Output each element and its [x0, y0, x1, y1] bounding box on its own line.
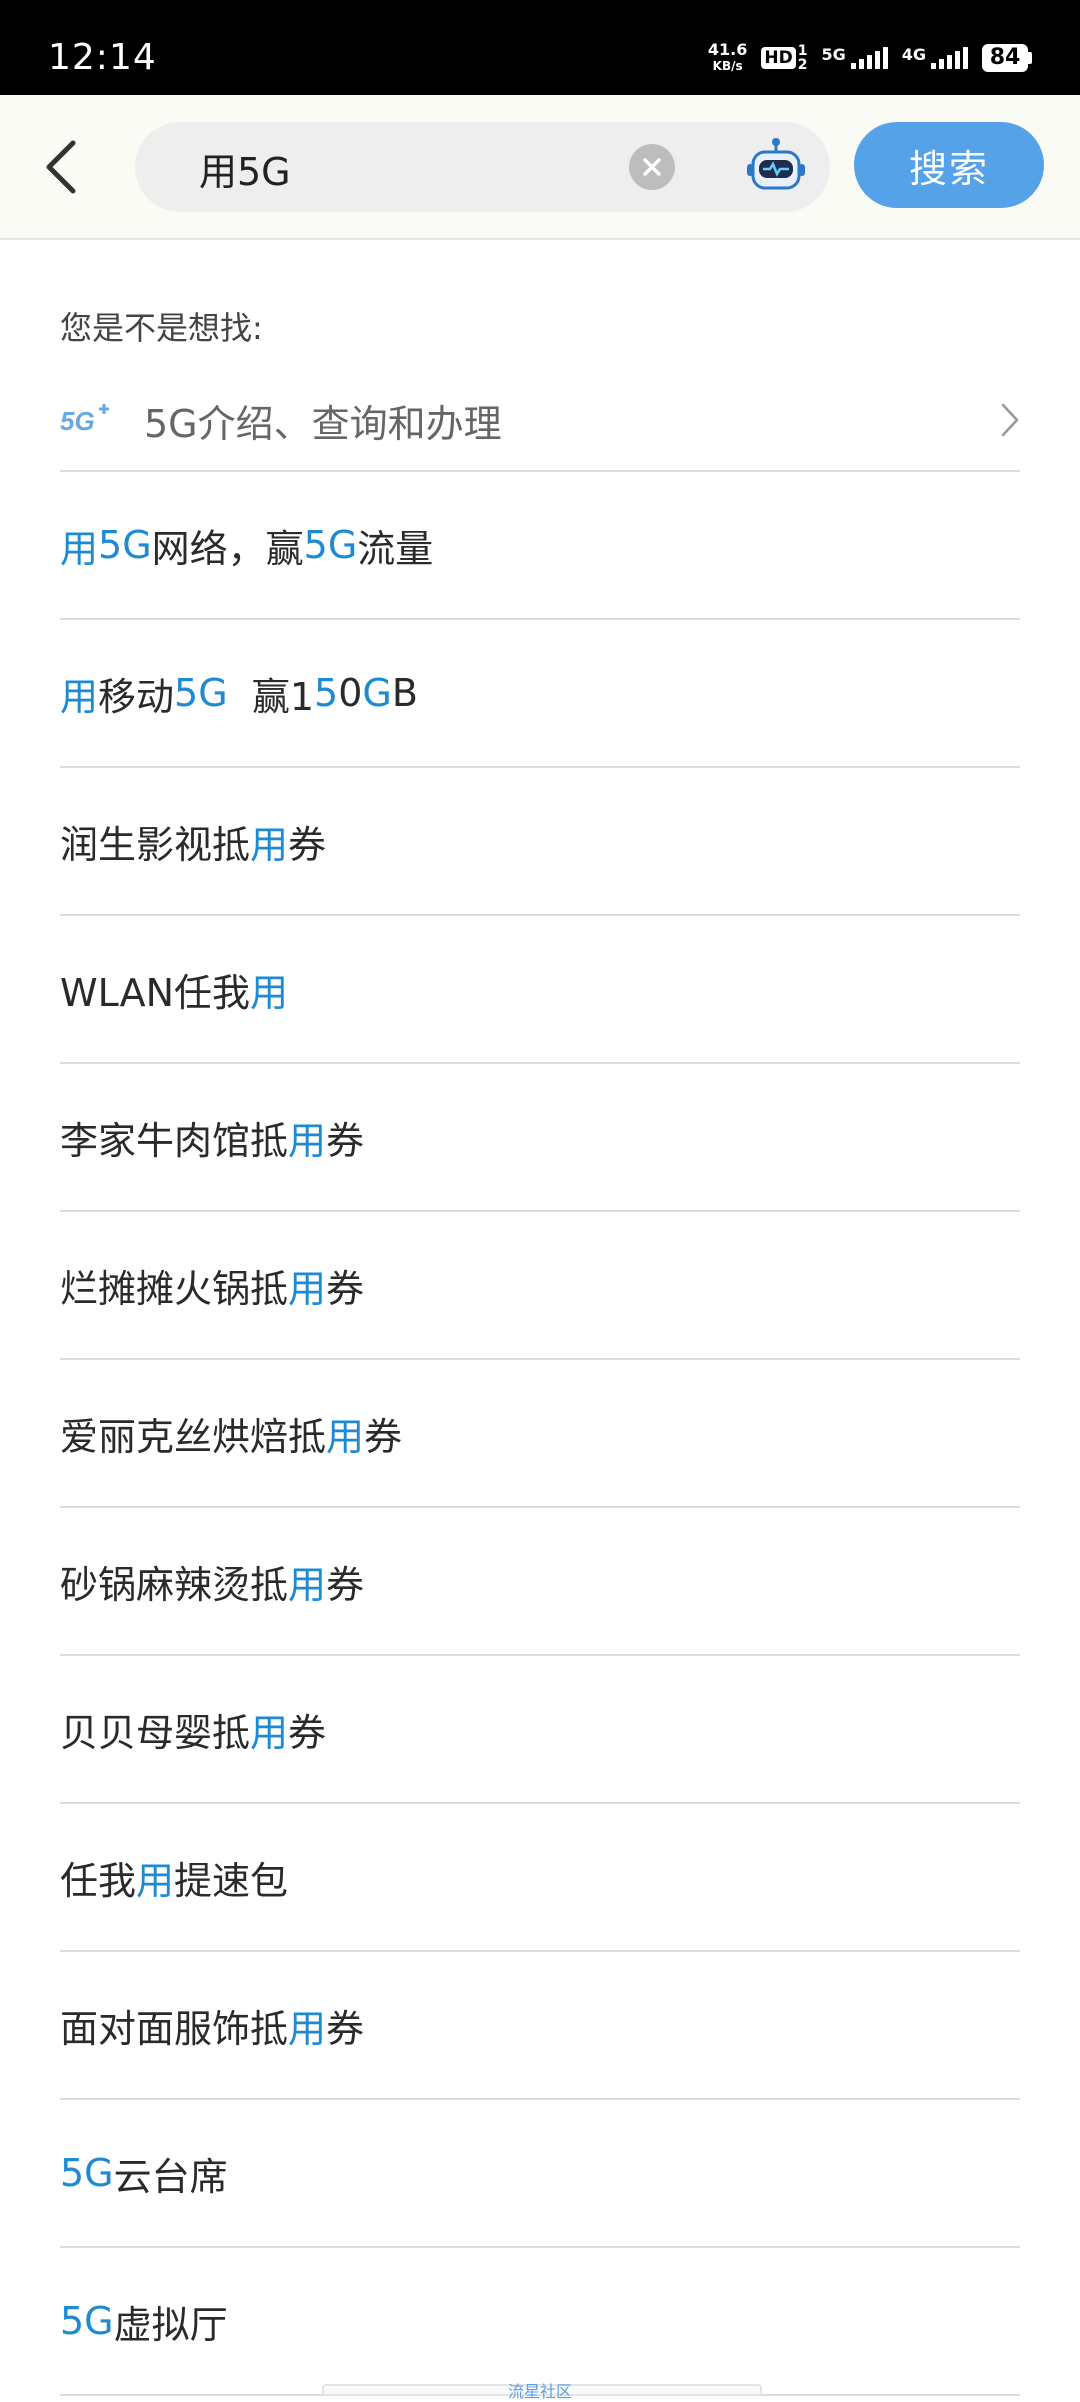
- result-text: 提速包: [174, 1858, 289, 1903]
- network-speed: 41.6 KB/s: [708, 42, 747, 74]
- battery-level: 84: [982, 44, 1028, 72]
- result-text-highlight: 5G: [174, 671, 228, 715]
- back-button[interactable]: [30, 133, 90, 201]
- result-text: 券: [288, 1710, 327, 1755]
- result-text: 赢1: [227, 674, 314, 719]
- hd-label: HD: [761, 47, 796, 69]
- sim1-label: 5G: [821, 45, 846, 64]
- signal-4g-icon: 4G: [902, 47, 968, 69]
- watermark-text: 流星社区: [507, 2382, 572, 2401]
- result-text-highlight: 用: [288, 1266, 327, 1311]
- result-text: 券: [364, 1414, 403, 1459]
- sim2-label: 4G: [901, 45, 926, 64]
- chevron-left-icon: [46, 140, 76, 194]
- result-text-highlight: 用: [288, 2006, 327, 2051]
- result-text: 砂锅麻辣烫抵: [60, 1562, 289, 1607]
- result-item[interactable]: 5G 云台席: [60, 2100, 1020, 2248]
- result-text-highlight: G: [362, 671, 392, 715]
- result-item[interactable]: 任我用提速包: [60, 1804, 1020, 1952]
- result-item[interactable]: 润生影视抵用券: [60, 768, 1020, 916]
- result-text: 流量: [357, 526, 434, 571]
- result-text-highlight: 5G: [98, 523, 152, 567]
- suggest-item-text: 5G介绍、查询和办理: [144, 401, 502, 446]
- 5g-plus-icon: 5G: [60, 400, 116, 440]
- result-text: 李家牛肉馆抵: [60, 1118, 289, 1163]
- 5g-logo-text: 5G: [60, 406, 95, 436]
- result-text-highlight: 用: [60, 526, 99, 571]
- hd-sub-bottom: 2: [797, 57, 808, 73]
- result-text: 券: [326, 2006, 365, 2051]
- suggest-label: 您是不是想找:: [60, 309, 263, 347]
- status-icons: 41.6 KB/s HD 1 2 5G 4G 84: [708, 38, 1032, 78]
- result-text: 润生影视抵: [60, 822, 251, 867]
- search-input[interactable]: [197, 122, 641, 214]
- result-item[interactable]: 砂锅麻辣烫抵用券: [60, 1508, 1020, 1656]
- result-text-highlight: 用: [250, 822, 289, 867]
- result-text: 云台席: [113, 2154, 228, 2199]
- result-text-highlight: 用: [60, 674, 99, 719]
- result-text-highlight: 5: [314, 671, 339, 715]
- result-text: 爱丽克丝烘焙抵: [60, 1414, 327, 1459]
- result-item[interactable]: 李家牛肉馆抵用券: [60, 1064, 1020, 1212]
- network-speed-value: 41.6: [707, 40, 748, 59]
- suggest-item[interactable]: 5G 5G介绍、查询和办理: [60, 382, 1020, 472]
- hd-sub-top: 1: [797, 43, 808, 59]
- result-text: 移动: [98, 674, 175, 719]
- network-speed-unit: KB/s: [712, 59, 743, 73]
- result-item[interactable]: 面对面服饰抵用券: [60, 1952, 1020, 2100]
- clear-button[interactable]: [629, 144, 675, 190]
- result-text: 烂摊摊火锅抵: [60, 1266, 289, 1311]
- result-text-highlight: 5G: [60, 2151, 114, 2195]
- result-text-highlight: 用: [288, 1562, 327, 1607]
- result-text: 网络，赢: [151, 526, 304, 571]
- result-text-highlight: 5G: [303, 523, 358, 567]
- result-text-highlight: 用: [250, 1710, 289, 1755]
- status-time: 12:14: [48, 37, 157, 78]
- result-item[interactable]: 烂摊摊火锅抵用券: [60, 1212, 1020, 1360]
- search-results-list: 用 5G 网络，赢 5G 流量用移动 5G 赢1 5 0 G B 润生影视抵用券 WLAN任我用李家牛…: [60, 472, 1020, 2396]
- status-bar: 12:14 41.6 KB/s HD 1 2 5G 4G 84: [0, 0, 1080, 95]
- search-box: [135, 122, 830, 214]
- result-text-highlight: 用: [288, 1118, 327, 1163]
- result-item[interactable]: 用 5G 网络，赢 5G 流量: [60, 472, 1020, 620]
- result-text: 任我: [60, 1858, 137, 1903]
- search-button[interactable]: 搜索: [854, 122, 1044, 208]
- result-item[interactable]: 5G 虚拟厅: [60, 2248, 1020, 2396]
- hd-voice-icon: HD 1 2: [761, 44, 807, 72]
- result-text: 券: [326, 1266, 365, 1311]
- result-text: 贝贝母婴抵: [60, 1710, 251, 1755]
- battery-icon: 84: [982, 44, 1032, 72]
- robot-icon: [747, 138, 805, 190]
- ai-assistant-button[interactable]: [743, 134, 809, 200]
- result-item[interactable]: 用移动 5G 赢1 5 0 G B: [60, 620, 1020, 768]
- chevron-right-icon: [992, 400, 1020, 440]
- result-text-highlight: 用: [250, 970, 289, 1015]
- result-text: 券: [326, 1562, 365, 1607]
- result-text: WLAN任我: [60, 970, 251, 1015]
- result-text: B: [391, 671, 418, 715]
- result-item[interactable]: 贝贝母婴抵用券: [60, 1656, 1020, 1804]
- result-text: 面对面服饰抵: [60, 2006, 289, 2051]
- result-text: 券: [326, 1118, 365, 1163]
- search-header: 搜索: [0, 95, 1080, 240]
- result-text: 虚拟厅: [113, 2302, 228, 2347]
- result-text: 券: [288, 822, 327, 867]
- result-item[interactable]: 爱丽克丝烘焙抵用券: [60, 1360, 1020, 1508]
- result-item[interactable]: WLAN任我用: [60, 916, 1020, 1064]
- result-text: 0: [338, 671, 363, 715]
- result-text-highlight: 用: [326, 1414, 365, 1459]
- close-icon: [643, 158, 661, 176]
- signal-5g-icon: 5G: [821, 45, 888, 69]
- result-text-highlight: 5G: [60, 2299, 114, 2343]
- hd-sub: 1 2: [798, 44, 808, 72]
- result-text-highlight: 用: [136, 1858, 175, 1903]
